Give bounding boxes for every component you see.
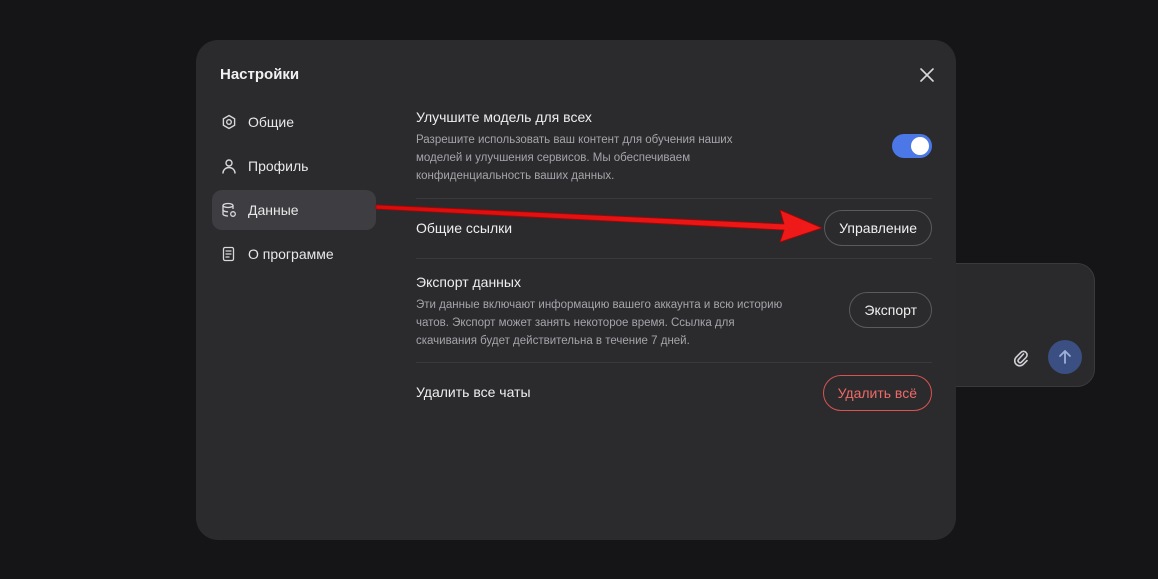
row-title: Удалить все чаты bbox=[416, 384, 531, 400]
shared-links-row: Общие ссылки Управление bbox=[416, 199, 932, 259]
close-button[interactable] bbox=[916, 64, 938, 86]
export-data-row: Экспорт данных Эти данные включают инфор… bbox=[416, 259, 932, 363]
database-icon bbox=[220, 201, 238, 219]
row-title: Общие ссылки bbox=[416, 220, 513, 236]
gear-icon bbox=[220, 113, 238, 131]
dialog-title: Настройки bbox=[220, 66, 300, 83]
settings-content: Улучшите модель для всех Разрешите испол… bbox=[416, 104, 932, 423]
sidebar-item-about[interactable]: О программе bbox=[212, 234, 376, 274]
toggle-knob bbox=[911, 137, 929, 155]
delete-chats-row: Удалить все чаты Удалить всё bbox=[416, 363, 932, 423]
manage-links-button[interactable]: Управление bbox=[824, 210, 932, 246]
settings-sidebar: Общие Профиль Данные О программе bbox=[212, 102, 376, 278]
sidebar-item-label: О программе bbox=[248, 246, 334, 262]
paperclip-icon[interactable] bbox=[1009, 346, 1033, 370]
user-icon bbox=[220, 157, 238, 175]
document-icon bbox=[220, 245, 238, 263]
sidebar-item-label: Общие bbox=[248, 114, 295, 130]
improve-model-row: Улучшите модель для всех Разрешите испол… bbox=[416, 104, 932, 199]
row-description: Эти данные включают информацию вашего ак… bbox=[416, 299, 783, 347]
sidebar-item-label: Данные bbox=[248, 202, 299, 218]
row-description: Разрешите использовать ваш контент для о… bbox=[416, 134, 733, 182]
row-title: Экспорт данных bbox=[416, 274, 521, 290]
screen: Настройки Общие Профиль Данные О програм… bbox=[0, 0, 1158, 579]
settings-dialog: Настройки Общие Профиль Данные О програм… bbox=[196, 40, 956, 540]
sidebar-item-profile[interactable]: Профиль bbox=[212, 146, 376, 186]
delete-all-button[interactable]: Удалить всё bbox=[822, 375, 932, 411]
sidebar-item-label: Профиль bbox=[248, 158, 309, 174]
send-button[interactable] bbox=[1048, 340, 1082, 374]
improve-model-toggle[interactable] bbox=[892, 134, 932, 158]
export-button[interactable]: Экспорт bbox=[849, 292, 932, 328]
sidebar-item-general[interactable]: Общие bbox=[212, 102, 376, 142]
row-title: Улучшите модель для всех bbox=[416, 109, 592, 125]
sidebar-item-data[interactable]: Данные bbox=[212, 190, 376, 230]
close-icon bbox=[920, 68, 934, 82]
